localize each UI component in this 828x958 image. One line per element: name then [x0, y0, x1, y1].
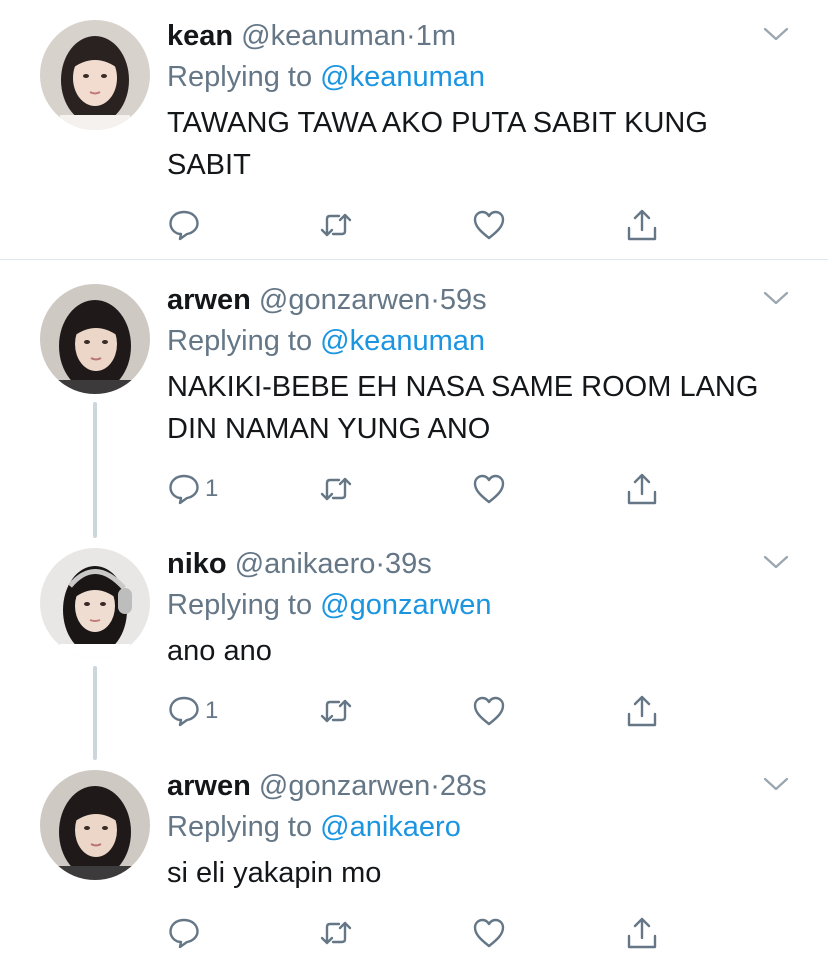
tweet-actions: 1	[167, 693, 667, 733]
display-name[interactable]: arwen	[167, 770, 251, 802]
tweet-header: arwen @gonzarwen·59s	[167, 282, 487, 318]
reply-button[interactable]	[167, 207, 205, 243]
avatar[interactable]	[40, 284, 150, 394]
reply-count: 1	[205, 475, 219, 502]
chevron-down-icon[interactable]	[763, 26, 789, 42]
timestamp[interactable]: 39s	[385, 548, 432, 580]
tweet-header: arwen @gonzarwen·28s	[167, 768, 487, 804]
like-button[interactable]	[472, 915, 506, 951]
timestamp[interactable]: 28s	[440, 770, 487, 802]
chevron-down-icon[interactable]	[763, 290, 789, 306]
mention-link[interactable]: @keanuman	[320, 325, 485, 357]
reply-button[interactable]: 1	[167, 471, 218, 507]
like-icon	[473, 918, 505, 948]
share-button[interactable]	[625, 471, 659, 507]
share-icon	[627, 917, 657, 949]
like-button[interactable]	[472, 471, 506, 507]
retweet-button[interactable]	[319, 693, 353, 729]
retweet-button[interactable]	[319, 915, 353, 951]
separator-dot: ·	[430, 284, 440, 316]
retweet-icon	[320, 699, 352, 723]
like-icon	[473, 696, 505, 726]
tweet-actions	[167, 915, 667, 955]
reply-button[interactable]: 1	[167, 693, 218, 729]
like-icon	[473, 210, 505, 240]
reply-icon	[169, 210, 199, 241]
mention-link[interactable]: @keanuman	[320, 61, 485, 93]
replying-to-label: Replying to	[167, 589, 321, 621]
replying-to-label: Replying to	[167, 61, 321, 93]
reply-button[interactable]	[167, 915, 205, 951]
retweet-button[interactable]	[319, 207, 353, 243]
timestamp[interactable]: 1m	[416, 20, 456, 52]
user-handle[interactable]: @gonzarwen	[259, 284, 430, 316]
replying-to: Replying to @gonzarwen	[167, 587, 491, 623]
user-handle[interactable]: @gonzarwen	[259, 770, 430, 802]
separator-dot: ·	[430, 770, 440, 802]
tweet-header: kean @keanuman·1m	[167, 18, 456, 54]
like-button[interactable]	[472, 693, 506, 729]
display-name[interactable]: niko	[167, 548, 227, 580]
retweet-button[interactable]	[319, 471, 353, 507]
share-button[interactable]	[625, 915, 659, 951]
tweet-actions: 1	[167, 471, 667, 511]
reply-icon	[169, 474, 199, 505]
reply-icon	[169, 918, 199, 949]
reply-count: 1	[205, 697, 219, 724]
like-button[interactable]	[472, 207, 506, 243]
mention-link[interactable]: @gonzarwen	[320, 589, 491, 621]
retweet-icon	[320, 477, 352, 501]
mention-link[interactable]: @anikaero	[320, 811, 461, 843]
replying-to: Replying to @keanuman	[167, 323, 485, 359]
chevron-down-icon[interactable]	[763, 554, 789, 570]
replying-to: Replying to @keanuman	[167, 59, 485, 95]
tweet-text: si eli yakapin mo	[167, 857, 382, 889]
user-handle[interactable]: @anikaero	[235, 548, 376, 580]
timestamp[interactable]: 59s	[440, 284, 487, 316]
thread-line	[93, 402, 97, 538]
retweet-icon	[320, 213, 352, 237]
tweet-text: ano ano	[167, 635, 272, 667]
share-icon	[627, 695, 657, 727]
tweet-text: NAKIKI-BEBE EH NASA SAME ROOM LANG DIN N…	[167, 371, 759, 445]
separator-dot: ·	[406, 20, 416, 52]
display-name[interactable]: arwen	[167, 284, 251, 316]
tweet-text: TAWANG TAWA AKO PUTA SABIT KUNG SABIT	[167, 107, 708, 181]
tweet-header: niko @anikaero·39s	[167, 546, 432, 582]
avatar[interactable]	[40, 20, 150, 130]
replying-to-label: Replying to	[167, 325, 321, 357]
thread-line	[93, 666, 97, 760]
display-name[interactable]: kean	[167, 20, 233, 52]
tweet-actions	[167, 207, 667, 247]
replying-to-label: Replying to	[167, 811, 321, 843]
share-button[interactable]	[625, 207, 659, 243]
retweet-icon	[320, 921, 352, 945]
share-icon	[627, 209, 657, 241]
like-icon	[473, 474, 505, 504]
share-button[interactable]	[625, 693, 659, 729]
tweet-divider	[0, 259, 828, 260]
user-handle[interactable]: @keanuman	[241, 20, 406, 52]
separator-dot: ·	[375, 548, 386, 580]
share-icon	[627, 473, 657, 505]
avatar[interactable]	[40, 770, 150, 880]
chevron-down-icon[interactable]	[763, 776, 789, 792]
reply-icon	[169, 696, 199, 727]
replying-to: Replying to @anikaero	[167, 809, 461, 845]
avatar[interactable]	[40, 548, 150, 658]
